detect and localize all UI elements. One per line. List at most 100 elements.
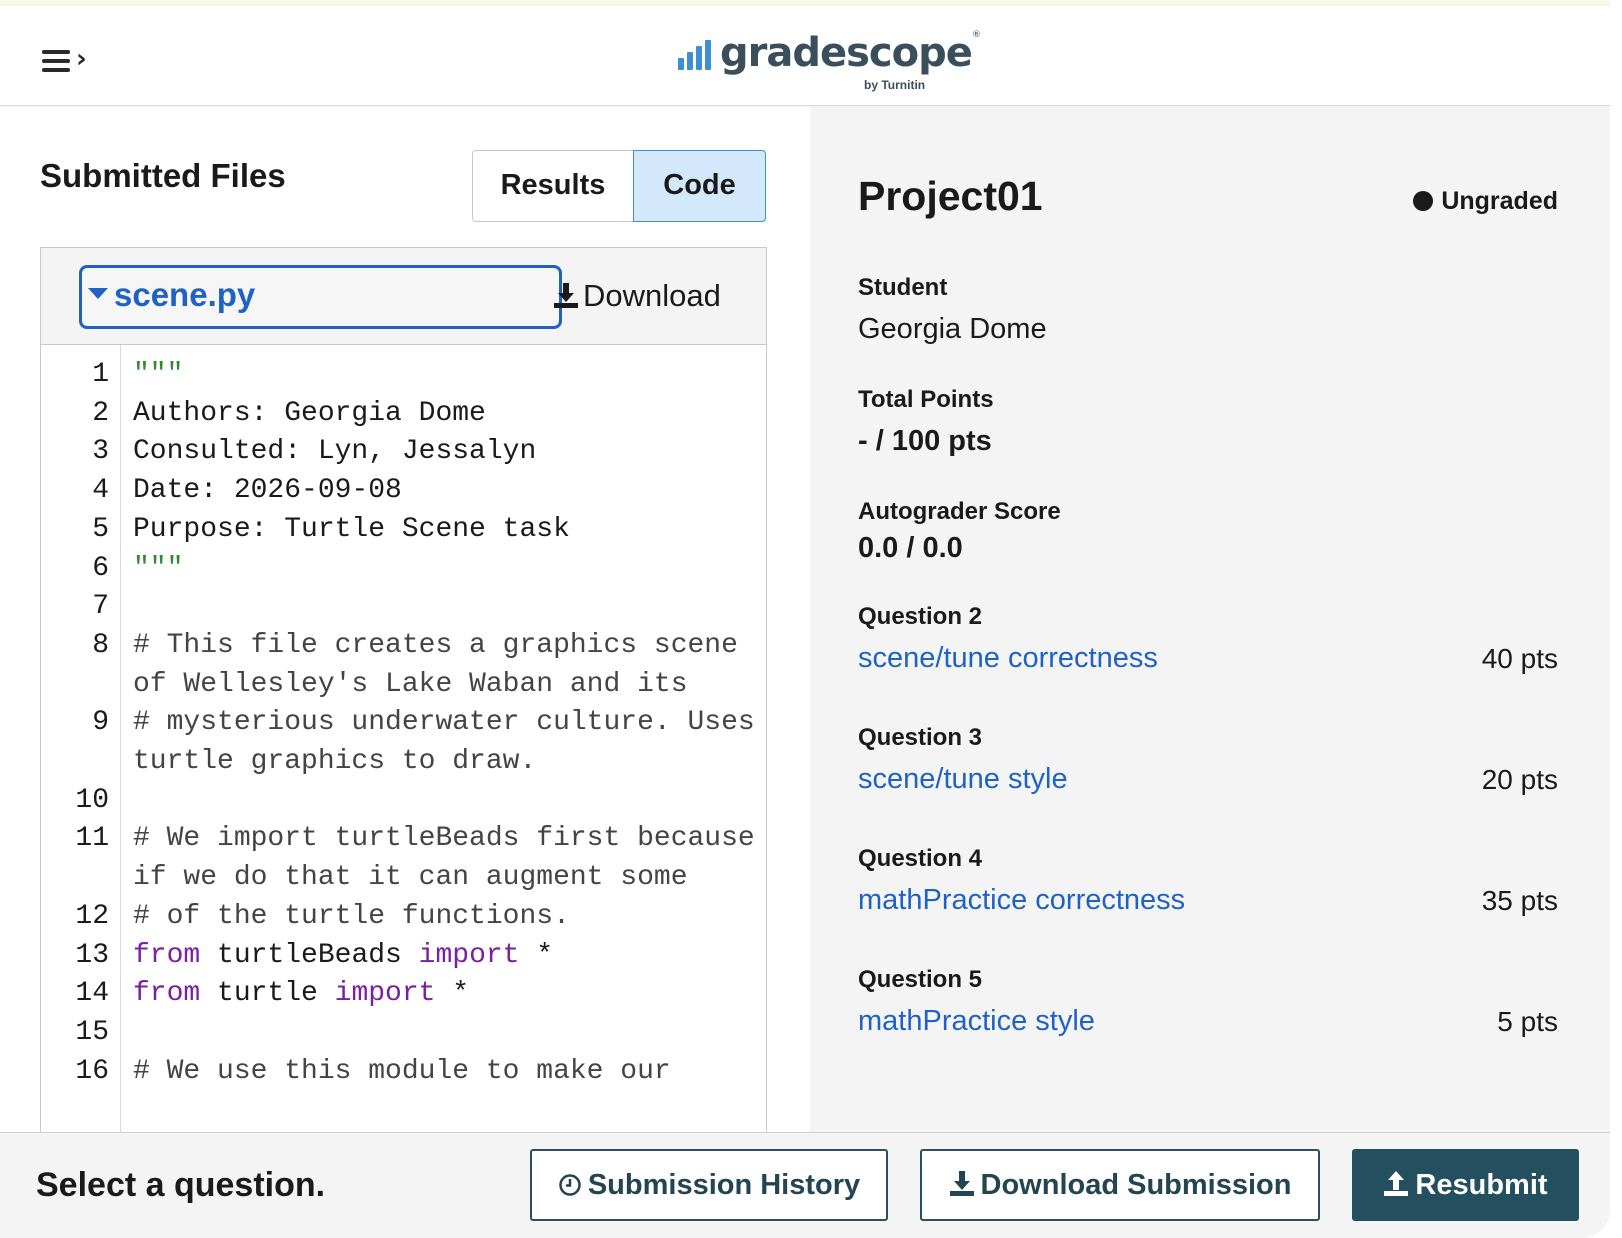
line-number: 10 <box>75 784 109 816</box>
code-line: from turtleBeads import * <box>133 940 761 971</box>
code-line: # We import turtleBeads first because <box>133 823 761 854</box>
line-number: 11 <box>75 823 109 855</box>
code-text: turtle <box>200 978 335 1010</box>
clock-icon <box>559 1174 581 1196</box>
code-comment: # We use this module to make our <box>133 1055 671 1087</box>
code-comment: of Wellesley's Lake Waban and its <box>133 668 688 700</box>
code-line-wrap: if we do that it can augment some <box>133 862 761 893</box>
question-points: 35 pts <box>1481 885 1558 916</box>
code-comment: # of the turtle functions. <box>133 900 570 932</box>
code-line: Date: 2026-09-08 <box>133 475 761 506</box>
download-file-link[interactable]: Download <box>553 278 721 314</box>
code-line: Consulted: Lyn, Jessalyn <box>133 436 761 467</box>
code-keyword: from <box>133 978 201 1010</box>
question-label: Question 3 <box>858 724 983 751</box>
submitted-files-panel: Submitted Files Results Code scene.py Do… <box>0 107 810 1147</box>
line-number: 8 <box>92 629 109 661</box>
logo-bars-icon <box>678 40 714 70</box>
line-number-gutter: 1 2 3 4 5 6 7 8 9 10 11 12 13 14 15 16 <box>41 345 121 1146</box>
code-text: Date: 2026-09-08 <box>133 475 402 507</box>
code-string: """ <box>133 552 184 584</box>
select-question-prompt: Select a question. <box>36 1166 326 1204</box>
line-number: 13 <box>75 939 109 971</box>
download-submission-button[interactable]: Download Submission <box>920 1149 1320 1221</box>
logo-wordmark: gradescope® <box>720 30 981 76</box>
question-link[interactable]: scene/tune style <box>858 763 1068 796</box>
logo-tagline: by Turnitin <box>864 78 926 92</box>
code-text: Authors: Georgia Dome <box>133 397 486 429</box>
code-line: Authors: Georgia Dome <box>133 398 761 429</box>
code-line-wrap: turtle graphics to draw. <box>133 746 761 777</box>
caret-down-icon <box>88 288 108 299</box>
code-comment: # mysterious underwater culture. Uses <box>133 707 755 739</box>
line-number: 6 <box>92 552 109 584</box>
code-text: * <box>519 939 554 971</box>
line-number: 12 <box>75 900 109 932</box>
code-text: Purpose: Turtle Scene task <box>133 513 570 545</box>
code-line: # of the turtle functions. <box>133 901 761 932</box>
hamburger-menu-icon[interactable]: › <box>38 42 94 82</box>
code-line: # This file creates a graphics scene <box>133 630 761 661</box>
code-comment: # This file creates a graphics scene <box>133 629 738 661</box>
code-keyword: from <box>133 939 201 971</box>
line-number: 3 <box>92 436 109 468</box>
code-line: # We use this module to make our <box>133 1056 761 1087</box>
resubmit-button[interactable]: Resubmit <box>1352 1149 1579 1221</box>
line-number: 16 <box>75 1055 109 1087</box>
student-label: Student <box>858 274 948 301</box>
download-icon <box>554 283 578 308</box>
submission-details-panel: Project01 Ungraded Student Georgia Dome … <box>810 107 1610 1132</box>
line-number: 15 <box>75 1016 109 1048</box>
file-selector[interactable]: scene.py <box>79 265 562 329</box>
total-points-label: Total Points <box>858 386 994 413</box>
code-comment: # We import turtleBeads first because <box>133 823 755 855</box>
tab-code[interactable]: Code <box>633 150 766 222</box>
code-line: from turtle import * <box>133 978 761 1009</box>
submission-history-button[interactable]: Submission History <box>530 1149 888 1221</box>
file-toolbar: scene.py Download <box>41 248 766 345</box>
line-number: 5 <box>92 513 109 545</box>
gradescope-logo[interactable]: gradescope® by Turnitin <box>678 28 981 98</box>
code-string: """ <box>133 359 184 390</box>
question-points: 40 pts <box>1481 643 1558 674</box>
autograder-score-label: Autograder Score <box>858 498 1061 525</box>
code-text: Consulted: Lyn, Jessalyn <box>133 436 537 468</box>
question-link[interactable]: scene/tune correctness <box>858 642 1158 675</box>
code-text: turtleBeads <box>200 939 419 971</box>
code-comment: if we do that it can augment some <box>133 862 688 894</box>
student-name: Georgia Dome <box>858 313 1047 345</box>
app-window: › gradescope® by Turnitin Submitted File… <box>0 0 1610 1238</box>
code-comment: turtle graphics to draw. <box>133 746 537 777</box>
code-line-wrap: of Wellesley's Lake Waban and its <box>133 669 761 700</box>
question-link[interactable]: mathPractice correctness <box>858 884 1185 917</box>
submitted-files-heading: Submitted Files <box>40 157 286 194</box>
tab-results[interactable]: Results <box>472 150 634 222</box>
line-number: 4 <box>92 475 109 507</box>
line-number: 14 <box>75 978 109 1010</box>
line-number: 1 <box>92 359 109 390</box>
code-keyword: import <box>418 939 520 971</box>
question-points: 5 pts <box>1497 1006 1558 1037</box>
code-line: Purpose: Turtle Scene task <box>133 514 761 545</box>
question-label: Question 2 <box>858 603 983 630</box>
total-points-value: - / 100 pts <box>858 425 992 457</box>
code-line: # mysterious underwater culture. Uses <box>133 707 761 738</box>
autograder-score-value: 0.0 / 0.0 <box>858 532 963 564</box>
line-number: 7 <box>92 591 109 623</box>
file-name: scene.py <box>114 276 256 313</box>
file-viewer: scene.py Download 1 2 3 4 5 6 7 8 9 10 11 12 13 14 15 1… <box>40 247 767 1147</box>
code-keyword: import <box>334 978 436 1010</box>
line-number: 2 <box>92 397 109 429</box>
code-area: 1 2 3 4 5 6 7 8 9 10 11 12 13 14 15 16 """ Authors: Geor… <box>41 345 766 1146</box>
status-dot-icon <box>1413 191 1434 211</box>
code-line: """ <box>133 553 761 584</box>
question-label: Question 5 <box>858 966 983 993</box>
question-link[interactable]: mathPractice style <box>858 1005 1095 1038</box>
code-text: * <box>435 978 470 1010</box>
assignment-title: Project01 <box>858 173 1043 219</box>
chevron-right-icon: › <box>76 44 87 74</box>
action-footer: Select a question. Submission History Do… <box>0 1132 1610 1238</box>
line-number: 9 <box>92 707 109 739</box>
upload-icon <box>1384 1171 1409 1196</box>
question-label: Question 4 <box>858 845 983 872</box>
